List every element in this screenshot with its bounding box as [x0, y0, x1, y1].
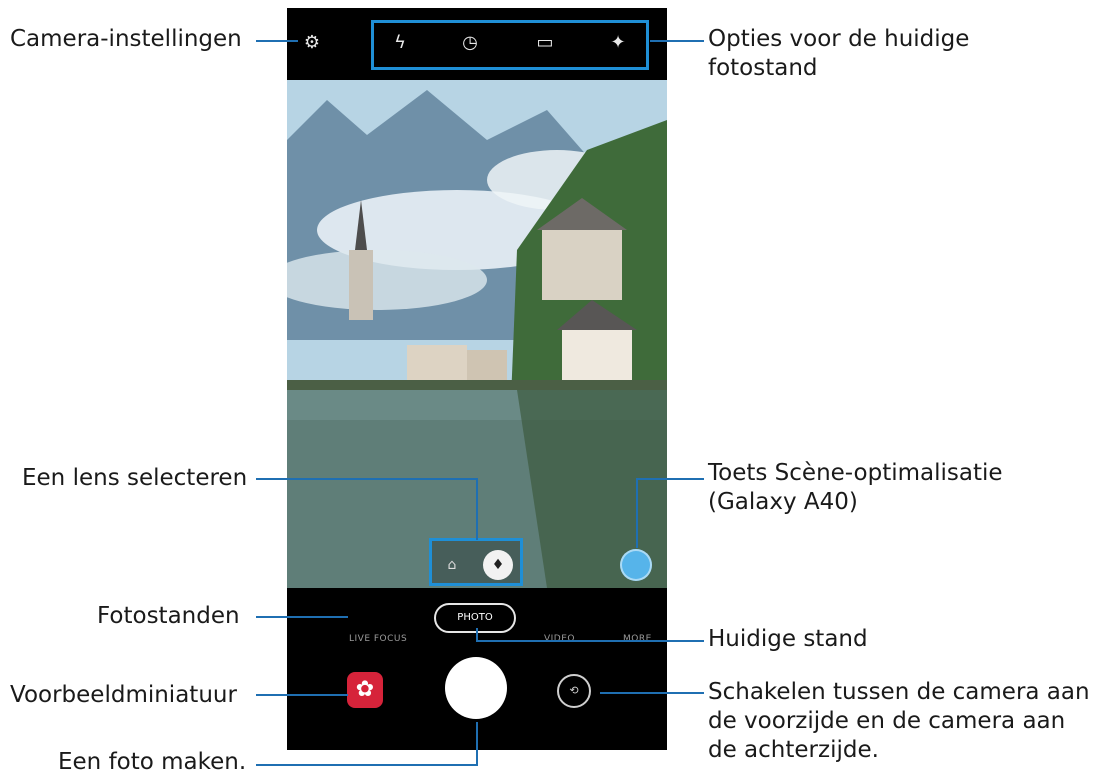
label-switch-line2: de voorzijde en de camera aan [708, 708, 1066, 734]
label-scene-line2: (Galaxy A40) [708, 489, 858, 515]
label-scene-line1: Toets Scène-optimalisatie [708, 460, 1003, 486]
line-camera-settings [256, 40, 298, 42]
wide-lens-icon[interactable]: ⌂ [437, 550, 467, 580]
scene-optimizer-icon[interactable] [620, 549, 652, 581]
switch-camera-icon[interactable]: ⟲ [557, 674, 591, 708]
line-thumbnail [256, 694, 348, 696]
label-lens-select: Een lens selecteren [22, 465, 248, 491]
label-photo-modes: Fotostanden [97, 603, 240, 629]
label-take-photo: Een foto maken. [58, 749, 247, 775]
label-options-line1: Opties voor de huidige [708, 26, 970, 52]
label-scene-optimizer: Toets Scène-optimalisatie (Galaxy A40) [708, 459, 1003, 517]
line-take-photo-h [256, 764, 478, 766]
flash-icon[interactable]: ϟ [387, 30, 413, 56]
top-options-bar: ⚙ ϟ ◷ ▭ ✦ [287, 8, 667, 80]
mode-video[interactable]: VIDEO [544, 634, 575, 644]
line-take-photo-v [476, 722, 478, 766]
mode-more[interactable]: MORE [623, 634, 652, 644]
line-current-mode-h [476, 640, 704, 642]
line-options [650, 40, 704, 42]
label-current-mode: Huidige stand [708, 626, 868, 652]
mode-photo-current[interactable]: PHOTO [434, 603, 516, 633]
line-photo-modes [256, 616, 348, 618]
label-preview-thumbnail: Voorbeeldminiatuur [10, 682, 237, 708]
line-scene-h [636, 478, 704, 480]
aspect-ratio-icon[interactable]: ▭ [532, 30, 558, 56]
line-switch [600, 692, 704, 694]
mode-live-focus[interactable]: LIVE FOCUS [349, 634, 407, 644]
line-scene-v [636, 478, 638, 548]
line-lens-v [476, 478, 478, 540]
line-lens-h [256, 478, 478, 480]
gear-icon[interactable]: ⚙ [299, 30, 325, 56]
label-switch-camera: Schakelen tussen de camera aan de voorzi… [708, 678, 1090, 765]
label-switch-line3: de achterzijde. [708, 737, 879, 763]
filter-icon[interactable]: ✦ [605, 30, 631, 56]
timer-icon[interactable]: ◷ [457, 30, 483, 56]
label-switch-line1: Schakelen tussen de camera aan [708, 679, 1090, 705]
label-camera-settings: Camera-instellingen [10, 26, 242, 52]
label-options-current-mode: Opties voor de huidige fotostand [708, 25, 969, 83]
flower-icon[interactable]: ✿ [347, 672, 383, 708]
shutter-button[interactable] [445, 657, 507, 719]
label-options-line2: fotostand [708, 55, 818, 81]
standard-lens-icon[interactable]: ♦ [483, 550, 513, 580]
